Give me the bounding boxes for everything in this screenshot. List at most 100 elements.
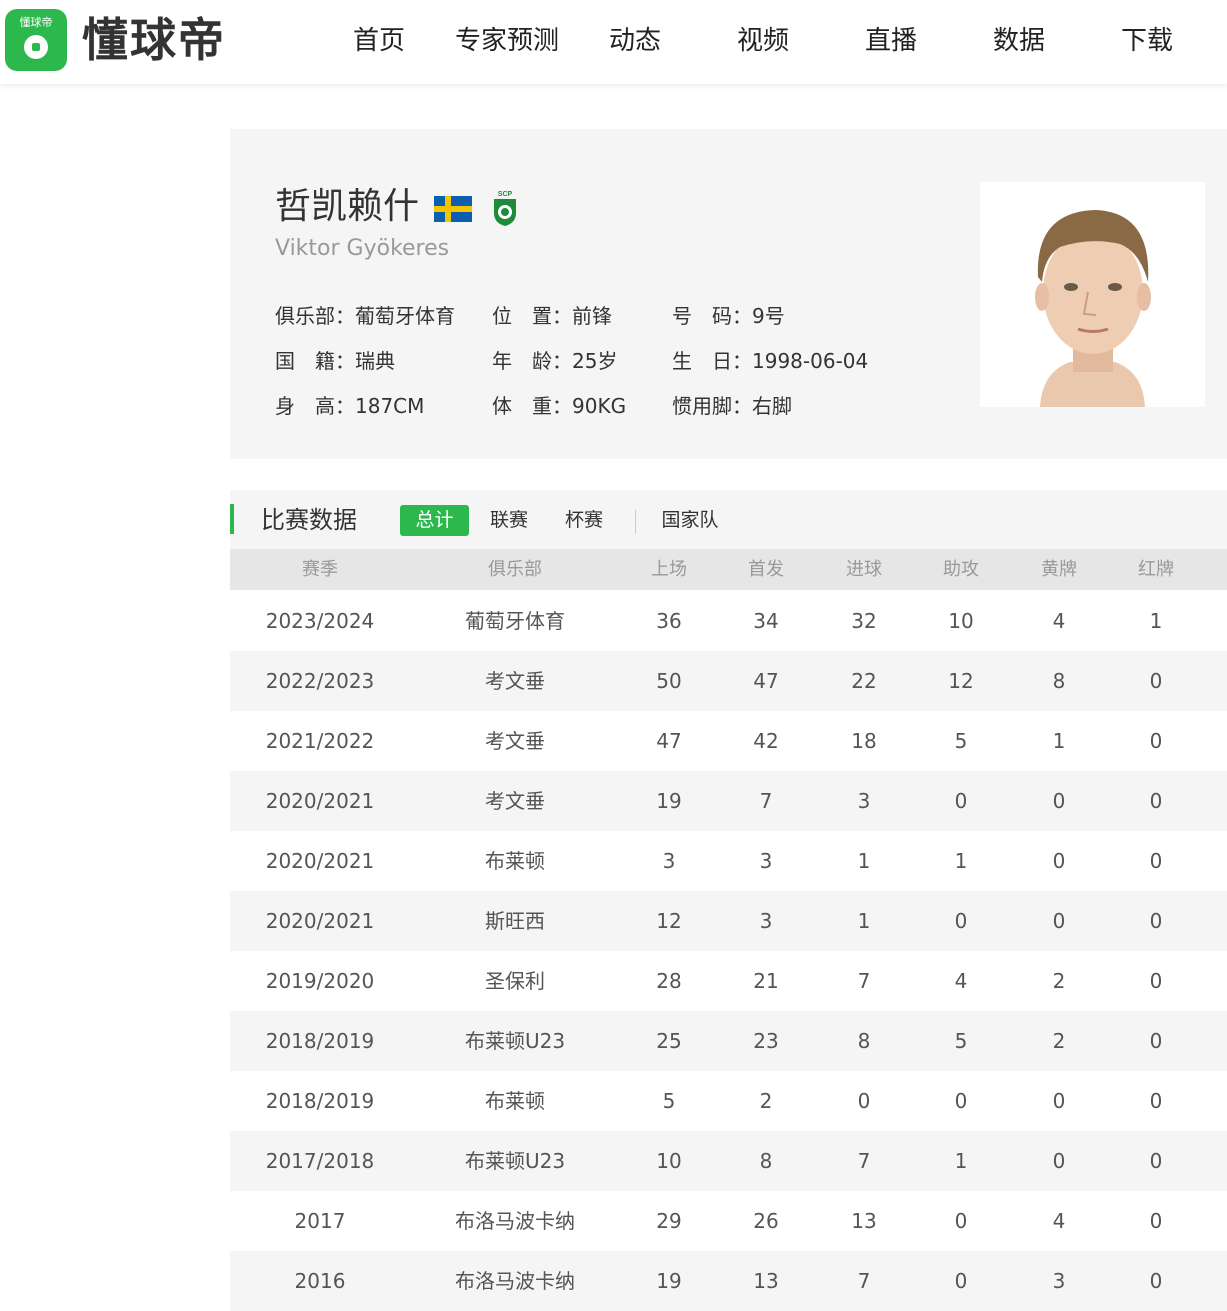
cell-assists: 10 bbox=[948, 609, 974, 633]
cell-starts: 3 bbox=[759, 849, 773, 873]
col-assists[interactable]: 助攻 bbox=[943, 549, 979, 590]
tab-national-team[interactable]: 国家队 bbox=[656, 505, 724, 536]
cell-yellow-cards: 2 bbox=[1052, 1029, 1066, 1053]
info-weight: 体 重：90KG bbox=[492, 391, 626, 421]
logo-text[interactable]: 懂球帝 bbox=[82, 10, 226, 70]
cell-club[interactable]: 布洛马波卡纳 bbox=[455, 1191, 575, 1251]
col-goals[interactable]: 进球 bbox=[846, 549, 882, 590]
cell-assists: 5 bbox=[954, 729, 968, 753]
cell-club[interactable]: 考文垂 bbox=[485, 651, 545, 711]
info-height-label: 身 高： bbox=[275, 394, 355, 418]
cell-season: 2017 bbox=[294, 1209, 346, 1233]
svg-text:SCP: SCP bbox=[498, 191, 513, 198]
info-number-label: 号 码： bbox=[672, 304, 752, 328]
info-height-value: 187CM bbox=[355, 394, 425, 418]
cell-club[interactable]: 圣保利 bbox=[485, 951, 545, 1011]
col-red-cards[interactable]: 红牌 bbox=[1138, 549, 1174, 590]
cell-goals: 8 bbox=[857, 1029, 871, 1053]
table-row: 2017 布洛马波卡纳 29 26 13 0 4 0 bbox=[230, 1191, 1227, 1251]
tab-league[interactable]: 联赛 bbox=[481, 505, 537, 536]
cell-club[interactable]: 考文垂 bbox=[485, 771, 545, 831]
tab-cup[interactable]: 杯赛 bbox=[556, 505, 612, 536]
info-number: 号 码：9号 bbox=[672, 301, 785, 331]
cell-appearances: 50 bbox=[656, 669, 682, 693]
cell-red-cards: 1 bbox=[1149, 609, 1163, 633]
sweden-flag-icon bbox=[434, 196, 472, 222]
cell-club[interactable]: 布莱顿 bbox=[485, 1071, 545, 1131]
logo-icon[interactable]: 懂球帝 bbox=[5, 9, 67, 71]
info-foot-value: 右脚 bbox=[752, 394, 792, 418]
info-number-value: 9号 bbox=[752, 304, 785, 328]
cell-red-cards: 0 bbox=[1149, 1089, 1163, 1113]
nav-data[interactable]: 数据 bbox=[993, 22, 1045, 60]
cell-season: 2016 bbox=[294, 1269, 346, 1293]
nav-home[interactable]: 首页 bbox=[353, 22, 405, 60]
cell-red-cards: 0 bbox=[1149, 1269, 1163, 1293]
cell-red-cards: 0 bbox=[1149, 789, 1163, 813]
section-accent-bar bbox=[230, 504, 234, 534]
cell-yellow-cards: 0 bbox=[1052, 909, 1066, 933]
cell-appearances: 25 bbox=[656, 1029, 682, 1053]
cell-assists: 1 bbox=[954, 849, 968, 873]
club-badge-icon[interactable]: SCP bbox=[491, 187, 519, 227]
cell-starts: 13 bbox=[753, 1269, 779, 1293]
col-starts[interactable]: 首发 bbox=[748, 549, 784, 590]
info-nationality: 国 籍：瑞典 bbox=[275, 346, 395, 376]
info-birthday: 生 日：1998-06-04 bbox=[672, 346, 868, 376]
cell-club[interactable]: 布洛马波卡纳 bbox=[455, 1251, 575, 1311]
col-appearances[interactable]: 上场 bbox=[651, 549, 687, 590]
cell-starts: 47 bbox=[753, 669, 779, 693]
table-row: 2019/2020 圣保利 28 21 7 4 2 0 bbox=[230, 951, 1227, 1011]
cell-appearances: 5 bbox=[662, 1089, 676, 1113]
info-height: 身 高：187CM bbox=[275, 391, 424, 421]
cell-appearances: 10 bbox=[656, 1149, 682, 1173]
nav-live[interactable]: 直播 bbox=[865, 22, 917, 60]
info-position-value: 前锋 bbox=[572, 304, 612, 328]
table-row: 2021/2022 考文垂 47 42 18 5 1 0 bbox=[230, 711, 1227, 771]
cell-assists: 4 bbox=[954, 969, 968, 993]
cell-club[interactable]: 布莱顿U23 bbox=[465, 1131, 565, 1191]
cell-club[interactable]: 布莱顿U23 bbox=[465, 1011, 565, 1071]
nav-news[interactable]: 动态 bbox=[609, 22, 661, 60]
info-birthday-label: 生 日： bbox=[672, 349, 752, 373]
cell-red-cards: 0 bbox=[1149, 1209, 1163, 1233]
cell-starts: 8 bbox=[759, 1149, 773, 1173]
cell-appearances: 12 bbox=[656, 909, 682, 933]
col-yellow-cards[interactable]: 黄牌 bbox=[1041, 549, 1077, 590]
tab-divider bbox=[635, 510, 636, 534]
cell-club[interactable]: 斯旺西 bbox=[485, 891, 545, 951]
cell-goals: 7 bbox=[857, 1149, 871, 1173]
cell-club[interactable]: 考文垂 bbox=[485, 711, 545, 771]
cell-goals: 22 bbox=[851, 669, 877, 693]
table-row: 2020/2021 考文垂 19 7 3 0 0 0 bbox=[230, 771, 1227, 831]
cell-club[interactable]: 布莱顿 bbox=[485, 831, 545, 891]
nav-download[interactable]: 下载 bbox=[1121, 22, 1173, 60]
cell-yellow-cards: 0 bbox=[1052, 849, 1066, 873]
nav-expert-predictions[interactable]: 专家预测 bbox=[455, 22, 559, 60]
cell-goals: 0 bbox=[857, 1089, 871, 1113]
cell-goals: 32 bbox=[851, 609, 877, 633]
table-row: 2020/2021 斯旺西 12 3 1 0 0 0 bbox=[230, 891, 1227, 951]
cell-goals: 7 bbox=[857, 1269, 871, 1293]
top-header: 懂球帝 懂球帝 首页 专家预测 动态 视频 直播 数据 下载 bbox=[0, 0, 1227, 84]
cell-yellow-cards: 3 bbox=[1052, 1269, 1066, 1293]
info-nationality-value: 瑞典 bbox=[355, 349, 395, 373]
cell-yellow-cards: 4 bbox=[1052, 609, 1066, 633]
cell-assists: 0 bbox=[954, 909, 968, 933]
cell-season: 2023/2024 bbox=[265, 609, 375, 633]
cell-season: 2017/2018 bbox=[265, 1149, 375, 1173]
cell-yellow-cards: 1 bbox=[1052, 729, 1066, 753]
cell-assists: 0 bbox=[954, 1269, 968, 1293]
cell-goals: 1 bbox=[857, 909, 871, 933]
cell-club[interactable]: 葡萄牙体育 bbox=[465, 591, 565, 651]
cell-goals: 1 bbox=[857, 849, 871, 873]
cell-red-cards: 0 bbox=[1149, 1149, 1163, 1173]
cell-season: 2018/2019 bbox=[265, 1029, 375, 1053]
col-club[interactable]: 俱乐部 bbox=[488, 549, 542, 590]
tab-total[interactable]: 总计 bbox=[400, 505, 469, 536]
nav-video[interactable]: 视频 bbox=[737, 22, 789, 60]
cell-assists: 12 bbox=[948, 669, 974, 693]
col-season[interactable]: 赛季 bbox=[302, 549, 338, 590]
info-position: 位 置：前锋 bbox=[492, 301, 612, 331]
cell-starts: 26 bbox=[753, 1209, 779, 1233]
